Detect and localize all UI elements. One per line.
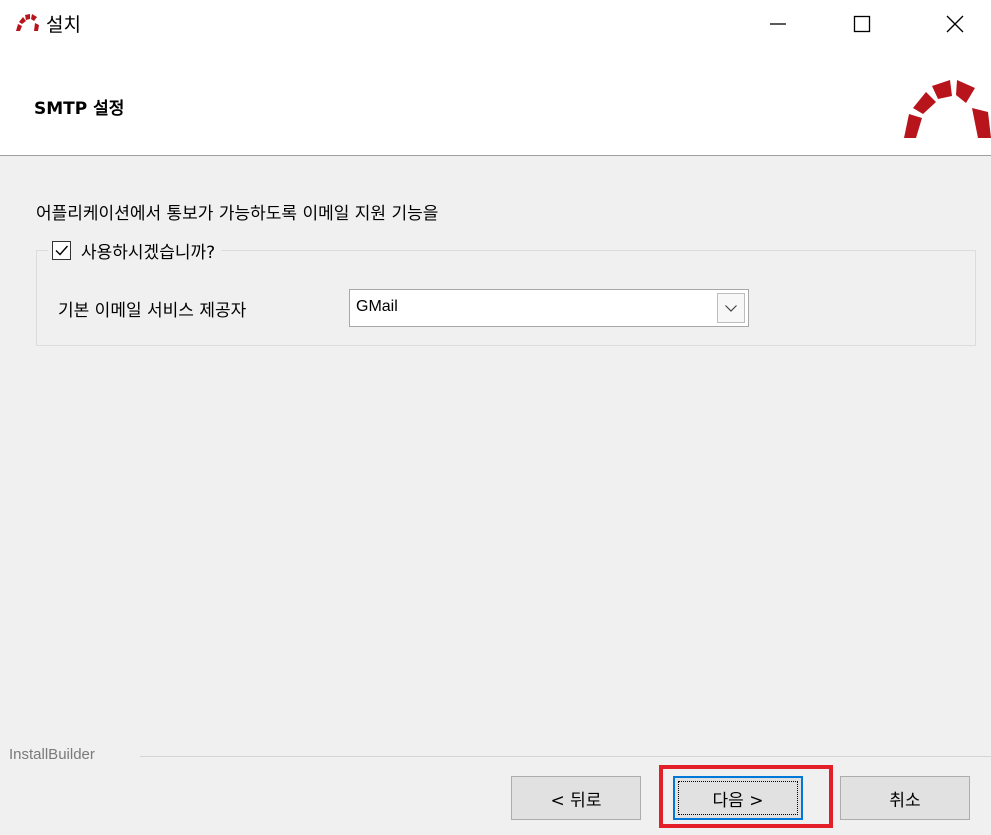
focus-ring [678, 781, 798, 815]
page-title: SMTP 설정 [34, 99, 125, 119]
close-button[interactable] [919, 0, 991, 48]
enable-email-checkbox[interactable] [52, 240, 71, 260]
cancel-button[interactable]: 취소 [840, 776, 970, 820]
minimize-button[interactable] [742, 0, 814, 48]
window-title: 설치 [46, 14, 81, 36]
installer-logo-icon [900, 74, 991, 140]
provider-label: 기본 이메일 서비스 제공자 [58, 301, 247, 321]
next-button[interactable]: 다음 > [673, 776, 803, 820]
maximize-icon [853, 15, 871, 33]
cancel-button-label: 취소 [889, 790, 921, 811]
installbuilder-brand: InstallBuilder [9, 746, 99, 763]
intro-text: 어플리케이션에서 통보가 가능하도록 이메일 지원 기능을 [36, 204, 439, 224]
provider-select-value: GMail [356, 298, 398, 315]
app-logo-icon [14, 12, 40, 32]
close-icon [946, 15, 964, 33]
minimize-icon [770, 23, 786, 25]
footer-divider [140, 756, 991, 757]
provider-select[interactable]: GMail [349, 289, 749, 327]
title-bar: 설치 [0, 0, 991, 48]
back-button[interactable]: < 뒤로 [511, 776, 641, 820]
enable-email-checkbox-row[interactable]: 사용하시겠습니까? [48, 238, 222, 263]
installer-window: 설치 SMTP 설정 어플리케이션에서 통보가 가능하도록 이메일 지원 기능을… [0, 0, 991, 835]
maximize-button[interactable] [826, 0, 898, 48]
checkmark-icon [55, 245, 69, 256]
chevron-down-icon [725, 305, 737, 312]
dropdown-button[interactable] [717, 293, 745, 323]
wizard-header: SMTP 설정 [0, 48, 991, 156]
back-button-label: < 뒤로 [550, 790, 602, 811]
enable-email-label[interactable]: 사용하시겠습니까? [81, 238, 215, 263]
